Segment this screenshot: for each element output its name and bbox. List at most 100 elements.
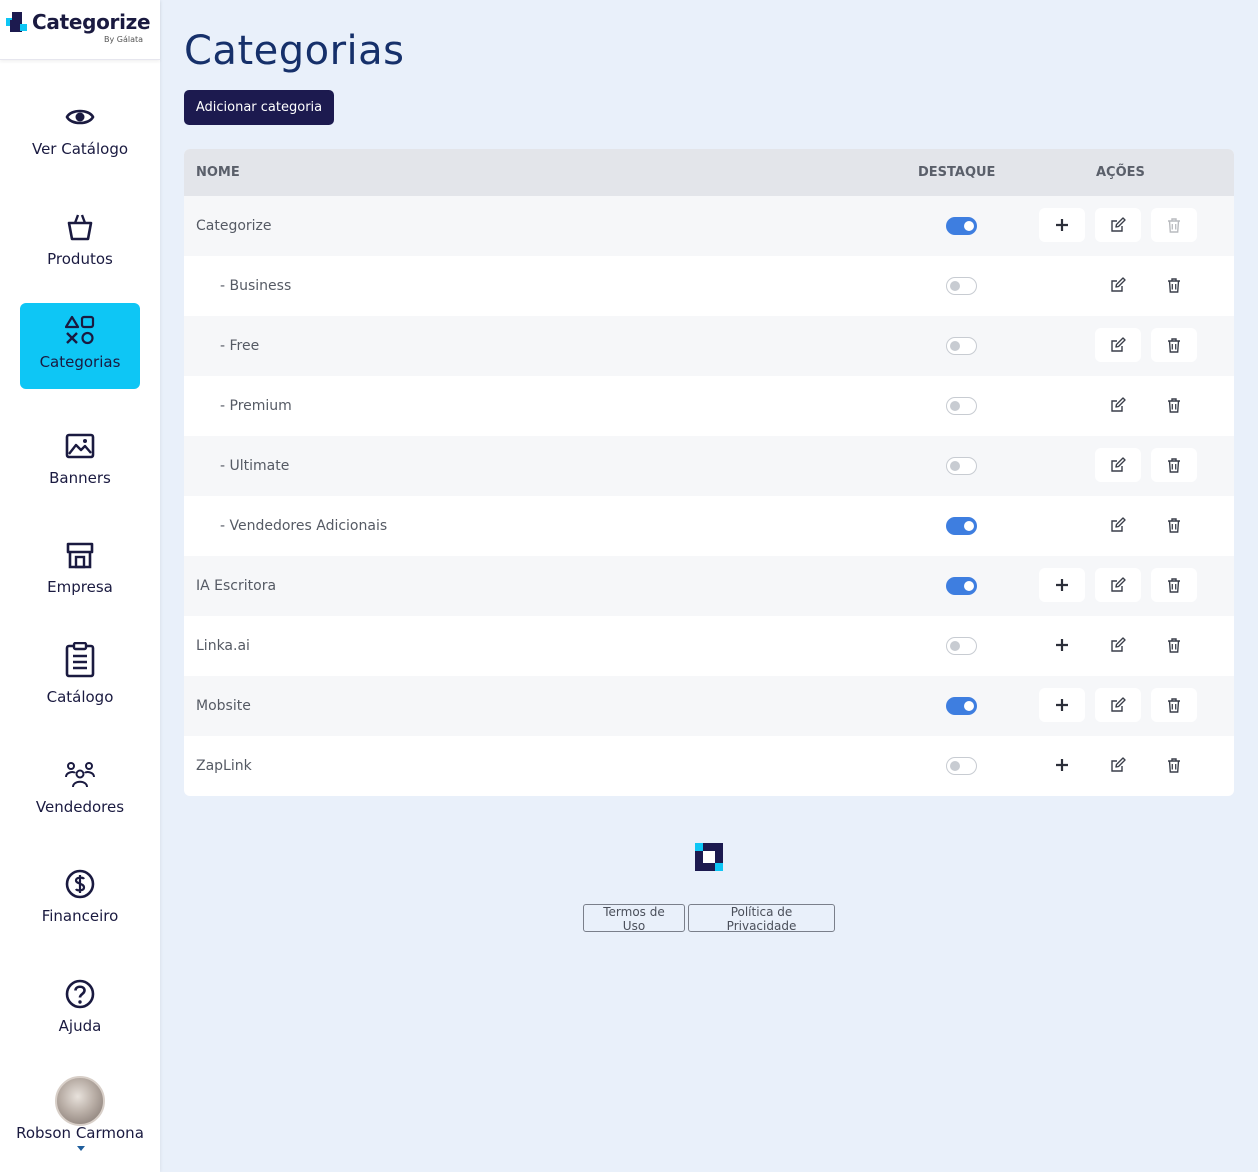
- sidebar-item-label: Financeiro: [41, 907, 119, 925]
- dollar-circle-icon: [65, 869, 95, 899]
- edit-icon: [1111, 637, 1126, 652]
- user-name: Robson Carmona: [16, 1124, 144, 1142]
- column-header-actions: AÇÕES: [1096, 165, 1145, 180]
- delete-button[interactable]: [1151, 688, 1197, 722]
- trash-icon: [1168, 278, 1180, 293]
- edit-button[interactable]: [1095, 328, 1141, 362]
- edit-icon: [1111, 457, 1126, 472]
- sidebar-item-label: Categorias: [39, 353, 121, 371]
- plus-icon: [1056, 699, 1068, 711]
- sidebar-item-banners[interactable]: Banners: [20, 419, 140, 505]
- table-row: Categorize: [184, 196, 1234, 256]
- featured-toggle[interactable]: [946, 637, 977, 655]
- table-row: ZapLink: [184, 736, 1234, 796]
- sidebar-item-label: Ajuda: [58, 1017, 102, 1035]
- categories-table: NOME DESTAQUE AÇÕES Categorize - Business…: [184, 149, 1234, 796]
- users-icon: [65, 762, 95, 788]
- plus-icon: [1056, 639, 1068, 651]
- category-name: - Free: [220, 338, 260, 354]
- delete-button[interactable]: [1151, 568, 1197, 602]
- featured-toggle[interactable]: [946, 397, 977, 415]
- brand-name: Categorize: [32, 10, 151, 34]
- sidebar-item-ajuda[interactable]: Ajuda: [20, 967, 140, 1053]
- sidebar-item-label: Produtos: [47, 250, 113, 268]
- trash-icon: [1168, 218, 1180, 233]
- edit-button[interactable]: [1095, 388, 1141, 422]
- add-subcategory-button[interactable]: [1039, 208, 1085, 242]
- featured-toggle[interactable]: [946, 217, 977, 235]
- edit-icon: [1111, 757, 1126, 772]
- eye-icon: [65, 109, 95, 125]
- edit-button[interactable]: [1095, 628, 1141, 662]
- sidebar-item-produtos[interactable]: Produtos: [20, 200, 140, 286]
- featured-toggle[interactable]: [946, 337, 977, 355]
- sidebar-item-financeiro[interactable]: Financeiro: [20, 857, 140, 943]
- sidebar-item-ver-catalogo[interactable]: Ver Catálogo: [20, 90, 140, 176]
- table-row: Linka.ai: [184, 616, 1234, 676]
- delete-button[interactable]: [1151, 628, 1197, 662]
- sidebar-item-label: Catálogo: [46, 688, 114, 706]
- edit-button[interactable]: [1095, 508, 1141, 542]
- trash-icon: [1168, 578, 1180, 593]
- edit-button[interactable]: [1095, 268, 1141, 302]
- edit-icon: [1111, 697, 1126, 712]
- sidebar-item-label: Ver Catálogo: [31, 140, 129, 158]
- featured-toggle[interactable]: [946, 697, 977, 715]
- category-name: - Premium: [220, 398, 292, 414]
- add-subcategory-button[interactable]: [1039, 748, 1085, 782]
- trash-icon: [1168, 638, 1180, 653]
- table-row: - Business: [184, 256, 1234, 316]
- trash-icon: [1168, 698, 1180, 713]
- add-subcategory-button[interactable]: [1039, 568, 1085, 602]
- footer-logo-icon: [695, 843, 723, 871]
- brand-logo-icon: [6, 12, 28, 34]
- edit-icon: [1111, 517, 1126, 532]
- delete-button[interactable]: [1151, 508, 1197, 542]
- delete-button[interactable]: [1151, 268, 1197, 302]
- delete-button[interactable]: [1151, 208, 1197, 242]
- edit-button[interactable]: [1095, 748, 1141, 782]
- featured-toggle[interactable]: [946, 757, 977, 775]
- image-icon: [65, 433, 95, 459]
- add-subcategory-button[interactable]: [1039, 688, 1085, 722]
- plus-icon: [1056, 759, 1068, 771]
- sidebar: Categorize By Gálata Ver Catálogo Produt…: [0, 0, 160, 1172]
- shapes-icon: [65, 315, 95, 345]
- featured-toggle[interactable]: [946, 517, 977, 535]
- avatar: [55, 1076, 105, 1126]
- edit-button[interactable]: [1095, 568, 1141, 602]
- sidebar-item-categorias[interactable]: Categorias: [20, 303, 140, 389]
- caret-down-icon: [77, 1146, 85, 1151]
- add-category-button[interactable]: Adicionar categoria: [184, 90, 334, 125]
- user-menu[interactable]: Robson Carmona: [0, 1074, 160, 1172]
- edit-button[interactable]: [1095, 208, 1141, 242]
- sidebar-item-label: Banners: [49, 469, 111, 487]
- featured-toggle[interactable]: [946, 577, 977, 595]
- sidebar-item-empresa[interactable]: Empresa: [20, 528, 140, 614]
- category-name: Linka.ai: [196, 638, 250, 654]
- terms-link[interactable]: Termos de Uso: [583, 904, 685, 933]
- delete-button[interactable]: [1151, 328, 1197, 362]
- delete-button[interactable]: [1151, 388, 1197, 422]
- privacy-link[interactable]: Política de Privacidade: [688, 904, 835, 933]
- edit-button[interactable]: [1095, 688, 1141, 722]
- brand-subtitle: By Gálata: [104, 35, 144, 44]
- featured-toggle[interactable]: [946, 277, 977, 295]
- edit-icon: [1111, 577, 1126, 592]
- add-subcategory-button[interactable]: [1039, 628, 1085, 662]
- delete-button[interactable]: [1151, 448, 1197, 482]
- sidebar-item-catalogo[interactable]: Catálogo: [20, 638, 140, 724]
- store-icon: [66, 542, 94, 569]
- edit-icon: [1111, 217, 1126, 232]
- featured-toggle[interactable]: [946, 457, 977, 475]
- category-name: - Vendedores Adicionais: [220, 518, 388, 534]
- brand-header: Categorize By Gálata: [0, 0, 160, 60]
- plus-icon: [1056, 579, 1068, 591]
- sidebar-item-vendedores[interactable]: Vendedores: [20, 748, 140, 834]
- trash-icon: [1168, 758, 1180, 773]
- delete-button[interactable]: [1151, 748, 1197, 782]
- table-row: - Free: [184, 316, 1234, 376]
- edit-button[interactable]: [1095, 448, 1141, 482]
- trash-icon: [1168, 338, 1180, 353]
- table-row: IA Escritora: [184, 556, 1234, 616]
